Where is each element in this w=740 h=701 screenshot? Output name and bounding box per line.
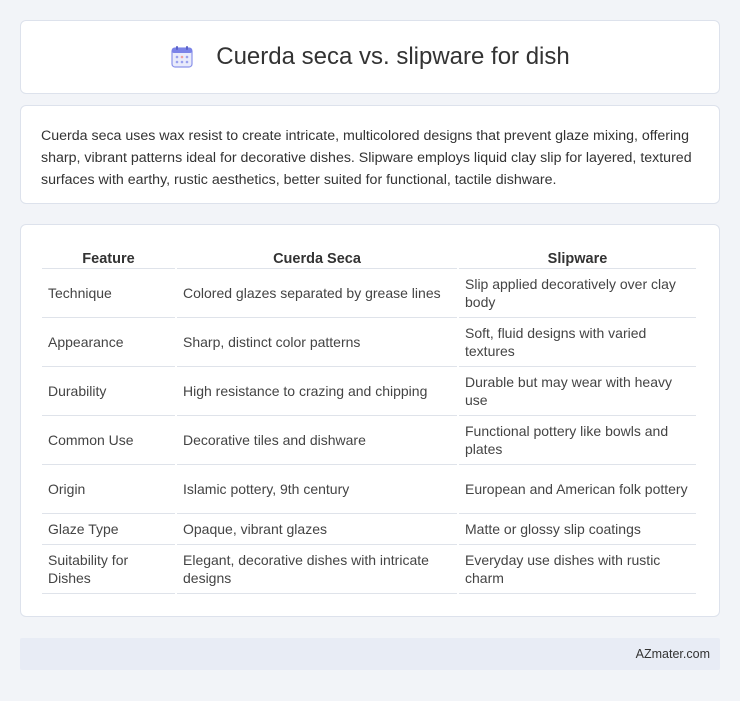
row-slipware: Matte or glossy slip coatings — [459, 514, 696, 545]
title-card: Cuerda seca vs. slipware for dish — [20, 20, 720, 94]
page-title: Cuerda seca vs. slipware for dish — [216, 43, 570, 70]
row-cuerda-seca: Decorative tiles and dishware — [177, 416, 457, 465]
row-feature: Appearance — [42, 318, 175, 367]
row-cuerda-seca: High resistance to crazing and chipping — [177, 367, 457, 416]
row-feature: Origin — [42, 465, 175, 514]
row-slipware: Slip applied decoratively over clay body — [459, 269, 696, 318]
row-cuerda-seca: Sharp, distinct color patterns — [177, 318, 457, 367]
row-slipware: Durable but may wear with heavy use — [459, 367, 696, 416]
table-row: Origin Islamic pottery, 9th century Euro… — [42, 465, 696, 514]
comparison-table-card: Feature Cuerda Seca Slipware Technique C… — [20, 224, 720, 617]
table-row: Common Use Decorative tiles and dishware… — [42, 416, 696, 465]
row-feature: Durability — [42, 367, 175, 416]
table-row: Glaze Type Opaque, vibrant glazes Matte … — [42, 514, 696, 545]
row-feature: Glaze Type — [42, 514, 175, 545]
row-slipware: European and American folk pottery — [459, 465, 696, 514]
summary-text: Cuerda seca uses wax resist to create in… — [41, 128, 692, 188]
row-feature: Technique — [42, 269, 175, 318]
table-row: Suitability for Dishes Elegant, decorati… — [42, 545, 696, 594]
header-cuerda-seca: Cuerda Seca — [177, 245, 457, 269]
footer-site-link[interactable]: AZmater.com — [636, 647, 710, 661]
row-cuerda-seca: Opaque, vibrant glazes — [177, 514, 457, 545]
row-cuerda-seca: Elegant, decorative dishes with intricat… — [177, 545, 457, 594]
row-slipware: Everyday use dishes with rustic charm — [459, 545, 696, 594]
row-feature: Suitability for Dishes — [42, 545, 175, 594]
header-slipware: Slipware — [459, 245, 696, 269]
table-row: Appearance Sharp, distinct color pattern… — [42, 318, 696, 367]
row-slipware: Soft, fluid designs with varied textures — [459, 318, 696, 367]
summary-card: Cuerda seca uses wax resist to create in… — [20, 105, 720, 204]
row-feature: Common Use — [42, 416, 175, 465]
table-row: Technique Colored glazes separated by gr… — [42, 269, 696, 318]
row-cuerda-seca: Islamic pottery, 9th century — [177, 465, 457, 514]
row-cuerda-seca: Colored glazes separated by grease lines — [177, 269, 457, 318]
table-row: Durability High resistance to crazing an… — [42, 367, 696, 416]
header-feature: Feature — [42, 245, 175, 269]
calendar-icon — [170, 45, 194, 69]
footer: AZmater.com — [20, 638, 720, 670]
comparison-table: Feature Cuerda Seca Slipware Technique C… — [40, 245, 698, 594]
row-slipware: Functional pottery like bowls and plates — [459, 416, 696, 465]
table-header-row: Feature Cuerda Seca Slipware — [42, 245, 696, 269]
